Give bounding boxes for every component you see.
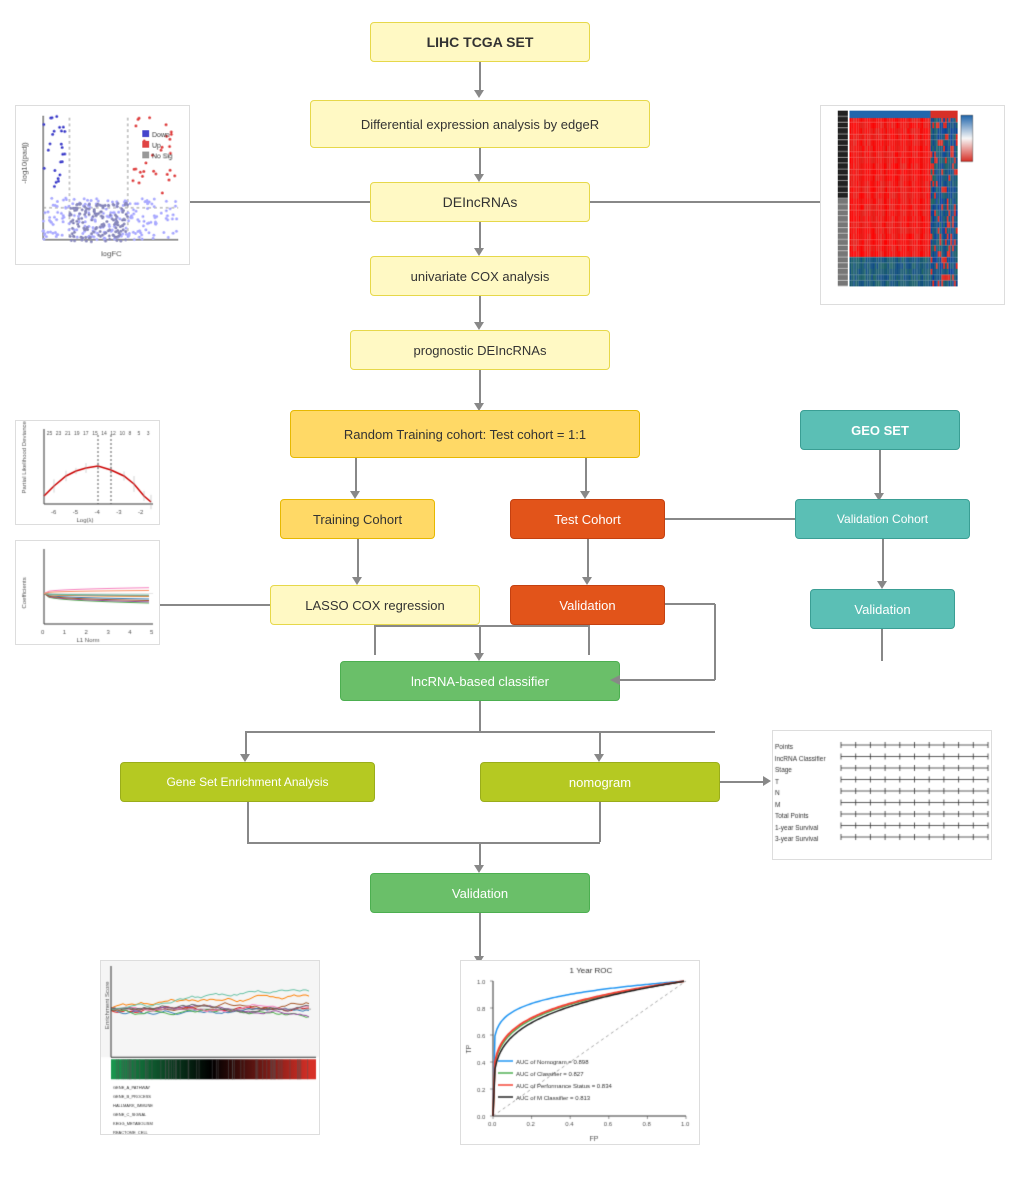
arrow-val-class	[588, 625, 590, 655]
arrow-lasso-class	[374, 625, 376, 655]
arrow-nomogram	[599, 731, 601, 756]
volcano-plot-panel	[15, 105, 190, 265]
box-prognostic: prognostic DEIncRNAs	[350, 330, 610, 370]
arrowhead-2	[474, 174, 484, 182]
hline-merge	[374, 625, 589, 627]
heatmap-panel	[820, 105, 1005, 305]
hline-val-merge	[247, 842, 600, 844]
lasso-cv-canvas	[16, 421, 160, 525]
arrow-4	[479, 296, 481, 324]
arrowhead-4	[474, 322, 484, 330]
lasso-cv-panel	[15, 420, 160, 525]
arrowhead-val-green	[474, 865, 484, 873]
box-gsea: Gene Set Enrichment Analysis	[120, 762, 375, 802]
arrow-3	[479, 222, 481, 250]
arrowhead-class	[474, 653, 484, 661]
gsea-plot-canvas	[101, 961, 320, 1135]
hline-class-split	[245, 731, 715, 733]
arrow-val-roc	[479, 913, 481, 958]
arrowhead-train	[350, 491, 360, 499]
arrow-test-val	[587, 539, 589, 579]
box-test-cohort: Test Cohort	[510, 499, 665, 539]
arrow-gsea	[245, 731, 247, 756]
nomogram-chart-canvas	[773, 731, 992, 860]
arrowhead-nomogram-right	[763, 776, 771, 786]
hline-de2	[590, 201, 820, 203]
arrow-train	[355, 458, 357, 493]
lasso-coef-panel	[15, 540, 160, 645]
arrowhead-test-val	[582, 577, 592, 585]
arrowhead-gsea	[240, 754, 250, 762]
arrowhead-cohort-teal	[877, 581, 887, 589]
volcano-plot-canvas	[16, 106, 186, 261]
arrowhead-test	[580, 491, 590, 499]
box-training-cohort: Training Cohort	[280, 499, 435, 539]
nomogram-chart-panel	[772, 730, 992, 860]
arrow-center-class	[479, 625, 481, 655]
arrowhead-nomogram	[594, 754, 604, 762]
box-validation-orange: Validation	[510, 585, 665, 625]
arrow-test	[585, 458, 587, 493]
roc-curve-panel	[460, 960, 700, 1145]
box-lncrna-classifier: lncRNA-based classifier	[340, 661, 620, 701]
box-validation-cohort: Validation Cohort	[795, 499, 970, 539]
arrow-geo-cohort	[879, 450, 881, 495]
arrow-to-val-green	[479, 842, 481, 867]
box-geo-set: GEO SET	[800, 410, 960, 450]
arrow-5	[479, 370, 481, 405]
box-diff-expr: Differential expression analysis by edge…	[310, 100, 650, 148]
box-nomogram: nomogram	[480, 762, 720, 802]
arrow-gsea-down	[247, 802, 249, 842]
box-validation-teal: Validation	[810, 589, 955, 629]
arrowhead-1	[474, 90, 484, 98]
box-univariate: univariate COX analysis	[370, 256, 590, 296]
arrow-1	[479, 62, 481, 92]
arrow-2	[479, 148, 481, 176]
arrow-train-lasso	[357, 539, 359, 579]
box-random-split: Random Training cohort: Test cohort = 1:…	[290, 410, 640, 458]
box-validation-green: Validation	[370, 873, 590, 913]
arrow-nomogram-right	[720, 781, 765, 783]
box-de-lncrnas: DEIncRNAs	[370, 182, 590, 222]
heatmap-canvas	[821, 106, 976, 291]
lasso-coef-canvas	[16, 541, 160, 645]
arrow-class-split	[479, 701, 481, 731]
gsea-plot-panel	[100, 960, 320, 1135]
box-lihc-tcga: LIHC TCGA SET	[370, 22, 590, 62]
main-container: LIHC TCGA SET Differential expression an…	[0, 0, 1020, 1190]
arrowhead-train-lasso	[352, 577, 362, 585]
box-lasso-cox: LASSO COX regression	[270, 585, 480, 625]
roc-curve-canvas	[461, 961, 700, 1145]
arrow-cohort-teal	[882, 539, 884, 583]
arrow-nomogram-val	[599, 802, 601, 842]
arrowhead-3	[474, 248, 484, 256]
